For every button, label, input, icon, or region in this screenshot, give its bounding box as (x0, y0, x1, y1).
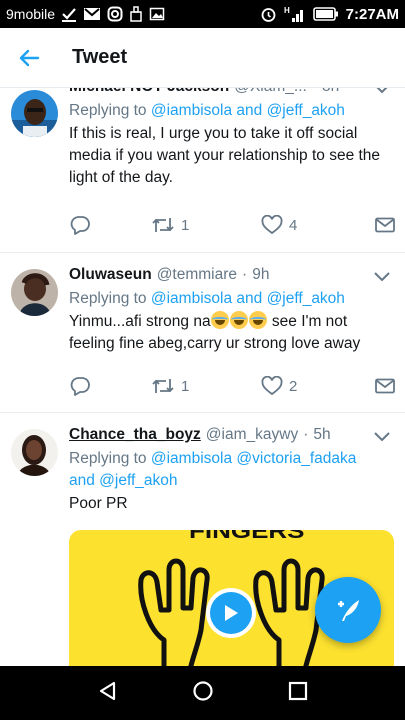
alarm-icon (260, 6, 277, 23)
avatar[interactable] (11, 269, 58, 316)
svg-text:H: H (284, 6, 290, 15)
mention-link[interactable]: @iambisola (151, 102, 232, 119)
system-nav-bar (0, 666, 405, 720)
carrier-label: 9mobile (6, 6, 56, 22)
tweet-item[interactable]: Michael NOT Jackson @Xlam_... · 8h Reply… (0, 88, 405, 253)
author-handle[interactable]: @iam_kaywy (206, 426, 298, 444)
heart-icon (261, 376, 283, 396)
nav-recents-button[interactable] (288, 681, 308, 706)
page-title: Tweet (72, 46, 128, 68)
author-handle[interactable]: @temmiare (157, 266, 237, 284)
mention-link[interactable]: @iambisola (151, 290, 232, 307)
author-handle[interactable]: @Xlam_... (234, 88, 307, 96)
separator-dot: · (312, 88, 317, 96)
heart-icon (261, 215, 283, 235)
chevron-down-icon (374, 272, 390, 282)
nav-home-button[interactable] (192, 680, 214, 707)
chevron-down-icon (374, 432, 390, 442)
compose-tweet-icon (338, 600, 359, 621)
gmail-icon (83, 6, 101, 22)
reply-icon (70, 216, 90, 235)
check-icon (61, 6, 77, 22)
chevron-down-icon (376, 88, 388, 94)
cleaner-icon (129, 6, 143, 22)
tweet-time: 9h (252, 266, 270, 283)
replying-to: Replying to @iambisola and @jeff_akoh (69, 290, 345, 307)
author-name[interactable]: Oluwaseun (69, 266, 152, 284)
status-bar: 9mobile H 7:27AM (0, 0, 405, 28)
battery-icon (312, 7, 339, 21)
retweet-icon (152, 379, 174, 393)
avatar[interactable] (11, 90, 58, 137)
author-name[interactable]: Michael NOT Jackson (69, 88, 229, 96)
replying-to: Replying to @iambisola @victoria_fadaka a… (69, 450, 357, 489)
author-name[interactable]: Chance_tha_boyz (69, 426, 201, 444)
share-button[interactable] (375, 378, 395, 394)
clock-time: 7:27AM (345, 5, 399, 23)
retweet-button[interactable]: 1 (151, 377, 261, 395)
like-count: 4 (289, 216, 298, 234)
mention-link[interactable]: @jeff_akoh (267, 290, 345, 307)
retweet-button[interactable]: 1 (151, 216, 261, 234)
reply-button[interactable] (69, 215, 151, 235)
app-bar: Tweet (0, 28, 405, 88)
tweet-menu-button[interactable] (373, 270, 391, 288)
avatar[interactable] (11, 429, 58, 476)
tweet-text: Yinmu...afi strong na see I'm not feelin… (69, 311, 361, 352)
recents-square-icon (289, 681, 308, 700)
tweet-text: If this is real, I urge you to take it o… (69, 125, 381, 186)
compose-tweet-button[interactable] (315, 577, 381, 643)
like-count: 2 (289, 377, 298, 395)
mail-icon (375, 217, 395, 233)
replying-to: Replying to @iambisola and @jeff_akoh (69, 102, 345, 119)
retweet-icon (152, 218, 174, 232)
like-button[interactable]: 2 (261, 376, 365, 396)
play-icon (225, 605, 238, 621)
back-triangle-icon (99, 681, 115, 700)
home-circle-icon (193, 680, 214, 701)
tweet-time: 5h (313, 426, 331, 443)
share-button[interactable] (375, 217, 395, 233)
like-button[interactable]: 4 (261, 215, 365, 235)
mention-link[interactable]: @jeff_akoh (267, 102, 345, 119)
tweet-menu-button[interactable] (373, 88, 391, 100)
nav-back-button[interactable] (97, 680, 119, 707)
mention-link[interactable]: @iambisola (151, 450, 232, 467)
tweet-time: 8h (322, 88, 339, 96)
reply-icon (70, 377, 90, 396)
mention-link[interactable]: @jeff_akoh (99, 472, 177, 489)
gallery-icon (149, 6, 165, 22)
back-arrow-icon (19, 49, 40, 66)
separator-dot: · (303, 426, 309, 443)
tweet-menu-button[interactable] (373, 430, 391, 448)
mail-icon (375, 378, 395, 394)
instagram-icon (107, 6, 123, 22)
mention-link[interactable]: @victoria_fadaka (236, 450, 356, 467)
tweet-actions: 1 2 (69, 374, 395, 398)
separator-dot: · (242, 266, 248, 283)
reply-button[interactable] (69, 376, 151, 396)
retweet-count: 1 (181, 216, 190, 234)
media-caption: FINGERS (189, 530, 305, 542)
play-button[interactable] (206, 588, 256, 638)
tweet-text: Poor PR (69, 495, 128, 512)
retweet-count: 1 (181, 377, 190, 395)
signal-h-icon: H (284, 5, 306, 23)
back-button[interactable] (0, 28, 58, 88)
laughing-emoji-icon (210, 311, 268, 330)
